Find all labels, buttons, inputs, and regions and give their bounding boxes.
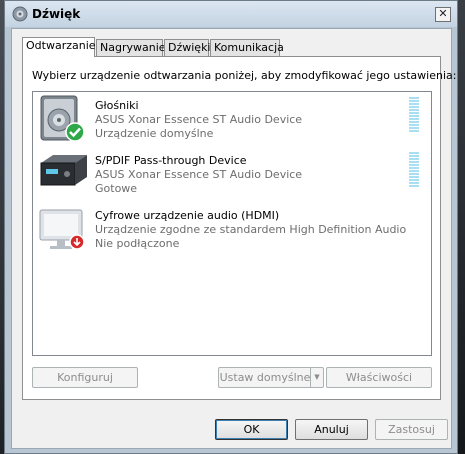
desktop-background-right (457, 0, 465, 454)
device-list: Głośniki ASUS Xonar Essence ST Audio Dev… (32, 91, 432, 356)
device-status: Urządzenie domyślne (95, 127, 214, 140)
dialog-client-area: Odtwarzanie Nagrywanie Dźwięki Komunikac… (11, 28, 456, 449)
speaker-icon (40, 95, 85, 142)
monitor-icon (39, 209, 85, 250)
device-name: Cyfrowe urządzenie audio (HDMI) (95, 209, 280, 222)
speaker-title-icon (12, 6, 28, 22)
device-item-spdif[interactable]: S/PDIF Pass-through Device ASUS Xonar Es… (33, 147, 431, 207)
sound-dialog: Dźwięk ✕ Odtwarzanie Nagrywanie Dźwięki … (4, 0, 458, 454)
device-description: ASUS Xonar Essence ST Audio Device (95, 113, 303, 126)
playback-panel: Wybierz urządzenie odtwarzania poniżej, … (22, 56, 456, 400)
tab-communication[interactable]: Komunikacja (210, 39, 284, 56)
title-bar[interactable]: Dźwięk ✕ (5, 1, 457, 27)
device-name: S/PDIF Pass-through Device (95, 154, 247, 167)
apply-button[interactable]: Zastosuj (375, 419, 448, 440)
device-description: Urządzenie zgodne ze standardem High Def… (95, 223, 407, 236)
instruction-text: Wybierz urządzenie odtwarzania poniżej, … (32, 69, 457, 82)
device-item-hdmi[interactable]: Cyfrowe urządzenie audio (HDMI) Urządzen… (33, 202, 431, 262)
level-meter (409, 152, 419, 189)
close-button[interactable]: ✕ (435, 7, 451, 22)
device-status: Gotowe (95, 182, 138, 195)
set-default-label: Ustaw domyślne (219, 371, 311, 384)
set-default-button[interactable]: Ustaw domyślne ▼ (218, 367, 324, 388)
window-title: Dźwięk (32, 7, 81, 21)
chevron-down-icon[interactable]: ▼ (310, 368, 323, 387)
cancel-button[interactable]: Anuluj (295, 419, 368, 440)
device-name: Głośniki (95, 99, 139, 112)
tab-playback[interactable]: Odtwarzanie (22, 37, 96, 57)
tab-recording[interactable]: Nagrywanie (96, 39, 166, 56)
disconnected-icon (69, 234, 85, 250)
device-status: Nie podłączone (95, 237, 180, 250)
device-description: ASUS Xonar Essence ST Audio Device (95, 168, 303, 181)
ok-button[interactable]: OK (215, 419, 288, 440)
device-item-speakers[interactable]: Głośniki ASUS Xonar Essence ST Audio Dev… (33, 92, 431, 152)
configure-button[interactable]: Konfiguruj (32, 367, 138, 388)
default-check-icon (65, 122, 85, 142)
properties-button[interactable]: Właściwości (326, 367, 432, 388)
level-meter (409, 97, 419, 134)
tab-sounds[interactable]: Dźwięki (164, 39, 211, 56)
close-icon: ✕ (438, 7, 448, 20)
receiver-icon (40, 155, 87, 186)
